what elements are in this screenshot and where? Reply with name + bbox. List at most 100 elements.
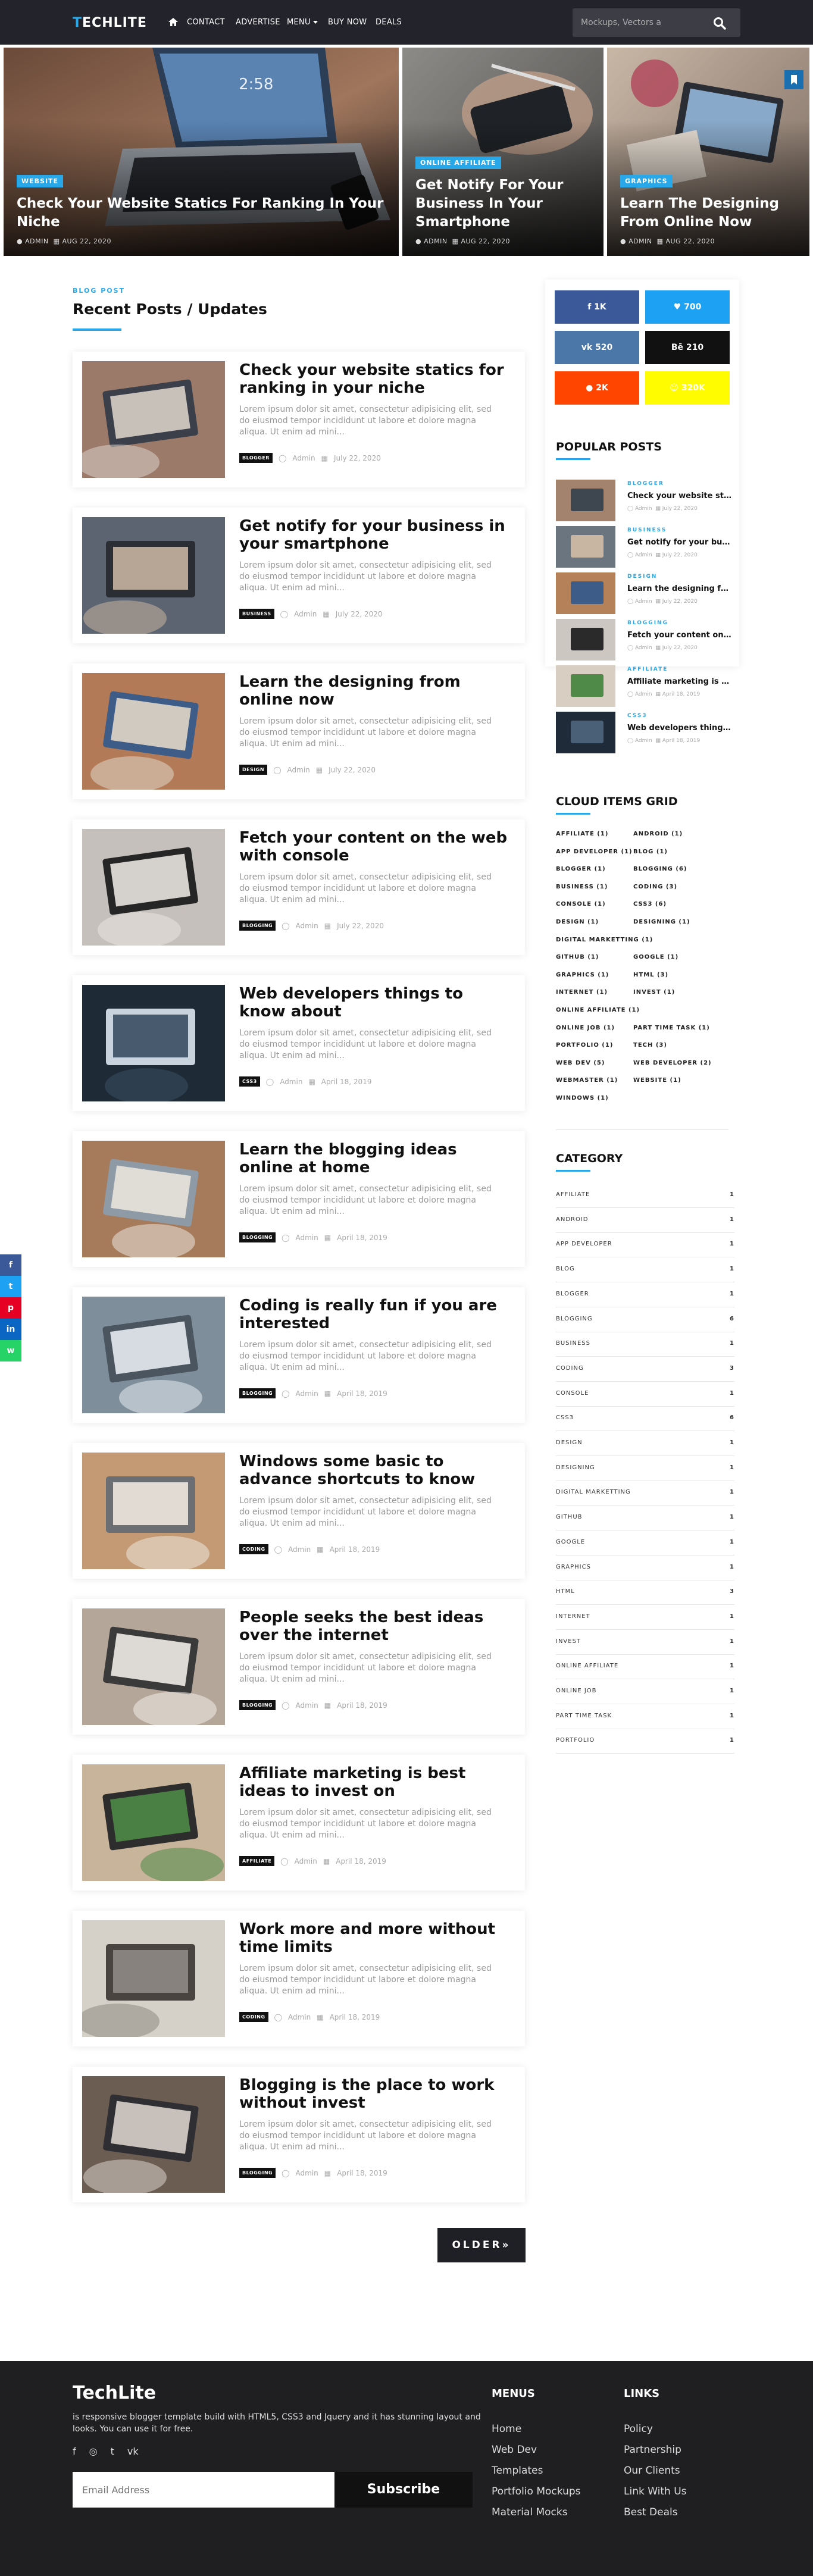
post-title[interactable]: Fetch your content on the web with conso… [239,829,513,865]
category-name[interactable]: ONLINE JOB [556,1688,597,1694]
category-row[interactable]: INTERNET 1 [556,1605,734,1630]
popular-post-title[interactable]: Web developers things to know [627,724,732,733]
share-facebook-icon[interactable]: f [0,1254,21,1276]
popular-post-title[interactable]: Learn the designing from online [627,584,732,593]
cloud-tag[interactable]: ANDROID (1) [633,831,683,837]
hero-title[interactable]: Check Your Website Statics For Ranking I… [17,195,387,231]
cloud-tag[interactable]: GRAPHICS (1) [556,972,609,978]
post-author[interactable]: Admin [288,1545,311,1554]
home-icon[interactable] [168,17,178,26]
category-row[interactable]: GOOGLE 1 [556,1530,734,1555]
post-thumbnail[interactable] [82,1764,225,1881]
post-author[interactable]: Admin [294,610,317,618]
cloud-tag[interactable]: APP DEVELOPER (1) [556,849,633,855]
reddit-count[interactable]: ● 2K [555,371,639,405]
share-linkedin-icon[interactable]: in [0,1319,21,1340]
email-field[interactable] [73,2472,334,2508]
category-name[interactable]: INVEST [556,1638,581,1645]
post-card[interactable]: People seeks the best ideas over the int… [73,1599,525,1735]
footer-link[interactable]: Partnership [624,2444,681,2456]
category-row[interactable]: CONSOLE 1 [556,1382,734,1407]
category-name[interactable]: DIGITAL MARKETTING [556,1489,631,1495]
category-name[interactable]: GOOGLE [556,1539,585,1545]
post-tag[interactable]: BUSINESS [239,609,274,619]
post-thumbnail[interactable] [82,673,225,790]
cloud-tag[interactable]: HTML (3) [633,972,668,978]
cloud-tag[interactable]: TECH (3) [633,1042,667,1048]
category-row[interactable]: APP DEVELOPER 1 [556,1232,734,1258]
post-tag[interactable]: BLOGGING [239,921,276,931]
post-title[interactable]: People seeks the best ideas over the int… [239,1608,513,1644]
category-name[interactable]: BLOG [556,1266,575,1272]
post-author[interactable]: Admin [287,766,310,774]
post-title[interactable]: Affiliate marketing is best ideas to inv… [239,1764,513,1800]
category-row[interactable]: PORTFOLIO 1 [556,1729,734,1754]
post-tag[interactable]: BLOGGING [239,2168,276,2178]
footer-menu-link[interactable]: Home [492,2423,521,2435]
post-title[interactable]: Blogging is the place to work without in… [239,2076,513,2112]
popular-post-item[interactable]: BLOGGING Fetch your content on the web ◯ A… [556,619,734,661]
category-row[interactable]: ONLINE AFFILIATE 1 [556,1654,734,1680]
popular-post-thumbnail[interactable] [556,619,615,661]
footer-menu-link[interactable]: Portfolio Mockups [492,2486,581,2497]
post-title[interactable]: Coding is really fun if you are interest… [239,1297,513,1332]
category-name[interactable]: BLOGGER [556,1291,589,1297]
popular-post-title[interactable]: Check your website statics for ranking [627,492,732,500]
category-row[interactable]: BUSINESS 1 [556,1332,734,1357]
popular-post-category[interactable]: DESIGN [627,574,657,580]
footer-link[interactable]: Link With Us [624,2486,687,2497]
popular-post-title[interactable]: Fetch your content on the web [627,631,732,640]
post-thumbnail[interactable] [82,985,225,1101]
post-thumbnail[interactable] [82,1141,225,1257]
share-whatsapp-icon[interactable]: w [0,1340,21,1361]
category-name[interactable]: ANDROID [556,1216,589,1223]
category-name[interactable]: APP DEVELOPER [556,1241,612,1247]
hero-badge[interactable]: GRAPHICS [620,175,673,187]
cloud-tag[interactable]: GITHUB (1) [556,954,599,960]
category-row[interactable]: BLOGGER 1 [556,1282,734,1307]
cloud-tag[interactable]: BLOG (1) [633,849,668,855]
cloud-tag[interactable]: DIGITAL MARKETTING (1) [556,937,653,943]
post-author[interactable]: Admin [296,1234,318,1242]
popular-post-item[interactable]: DESIGN Learn the designing from online ◯ A… [556,572,734,614]
cloud-tag[interactable]: CONSOLE (1) [556,901,606,907]
footer-menu-link[interactable]: Templates [492,2465,543,2477]
category-row[interactable]: HTML 3 [556,1580,734,1605]
hero-slide-3[interactable]: GRAPHICS Learn The Designing From Online… [607,48,809,256]
search-icon[interactable] [713,17,726,30]
category-name[interactable]: DESIGNING [556,1464,595,1471]
cloud-tag[interactable]: INTERNET (1) [556,989,608,996]
cloud-tag[interactable]: PORTFOLIO (1) [556,1042,613,1048]
site-logo[interactable]: TECHLITE [73,15,147,30]
share-pinterest-icon[interactable]: p [0,1297,21,1319]
post-thumbnail[interactable] [82,1453,225,1569]
category-row[interactable]: INVEST 1 [556,1630,734,1655]
post-author[interactable]: Admin [295,1857,317,1866]
post-card[interactable]: Learn the blogging ideas online at home L… [73,1131,525,1267]
facebook-icon[interactable]: f [73,2446,76,2457]
category-name[interactable]: PORTFOLIO [556,1737,595,1744]
post-card[interactable]: Blogging is the place to work without in… [73,2067,525,2202]
popular-post-item[interactable]: AFFILIATE Affiliate marketing is best ide… [556,665,734,707]
post-tag[interactable]: CODING [239,2012,268,2022]
category-name[interactable]: DESIGN [556,1439,583,1446]
cloud-tag[interactable]: BLOGGER (1) [556,866,606,872]
vk-count[interactable]: vk 520 [555,331,639,364]
post-card[interactable]: Work more and more without time limits Lo… [73,1911,525,2046]
post-thumbnail[interactable] [82,1608,225,1725]
cloud-tag[interactable]: BUSINESS (1) [556,884,608,890]
cloud-tag[interactable]: CODING (3) [633,884,677,890]
category-row[interactable]: BLOGGING 6 [556,1307,734,1332]
post-thumbnail[interactable] [82,1920,225,2037]
post-thumbnail[interactable] [82,361,225,478]
footer-link[interactable]: Policy [624,2423,653,2435]
cloud-tag[interactable]: CSS3 (6) [633,901,667,907]
popular-post-item[interactable]: CSS3 Web developers things to know ◯ Admin… [556,712,734,753]
category-row[interactable]: GITHUB 1 [556,1505,734,1531]
hero-title[interactable]: Learn The Designing From Online Now [620,195,798,231]
post-author[interactable]: Admin [280,1078,302,1086]
cloud-tag[interactable]: GOOGLE (1) [633,954,678,960]
footer-link[interactable]: Best Deals [624,2506,678,2518]
post-title[interactable]: Learn the blogging ideas online at home [239,1141,513,1176]
post-author[interactable]: Admin [288,2013,311,2021]
